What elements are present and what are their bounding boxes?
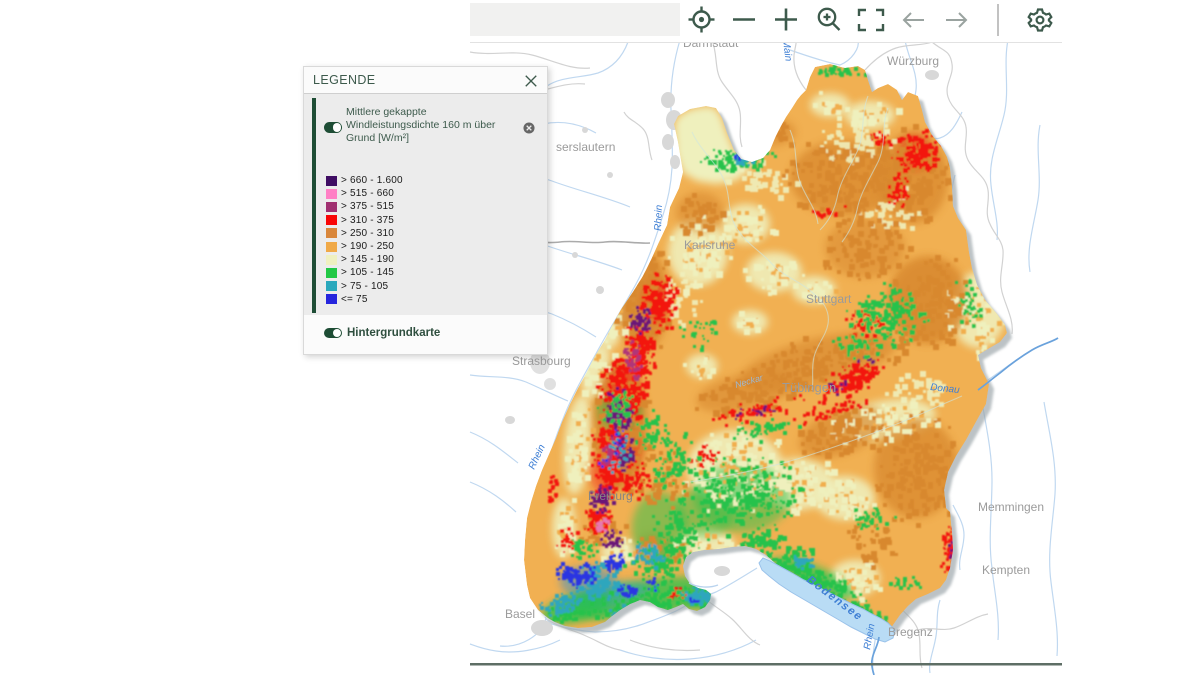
svg-text:serslautern: serslautern — [556, 140, 615, 154]
svg-text:Freiburg: Freiburg — [588, 489, 633, 503]
svg-text:Würzburg: Würzburg — [887, 54, 939, 68]
svg-text:Strasbourg: Strasbourg — [512, 354, 571, 368]
svg-text:Stuttgart: Stuttgart — [806, 292, 852, 306]
svg-text:Rhein: Rhein — [653, 204, 665, 231]
svg-text:Memmingen: Memmingen — [978, 500, 1044, 514]
svg-text:Bregenz: Bregenz — [888, 625, 933, 639]
svg-text:Kempten: Kempten — [982, 563, 1030, 577]
svg-text:Tübingen: Tübingen — [782, 380, 836, 395]
svg-text:Karlsruhe: Karlsruhe — [684, 238, 736, 252]
svg-text:Basel: Basel — [505, 607, 535, 621]
